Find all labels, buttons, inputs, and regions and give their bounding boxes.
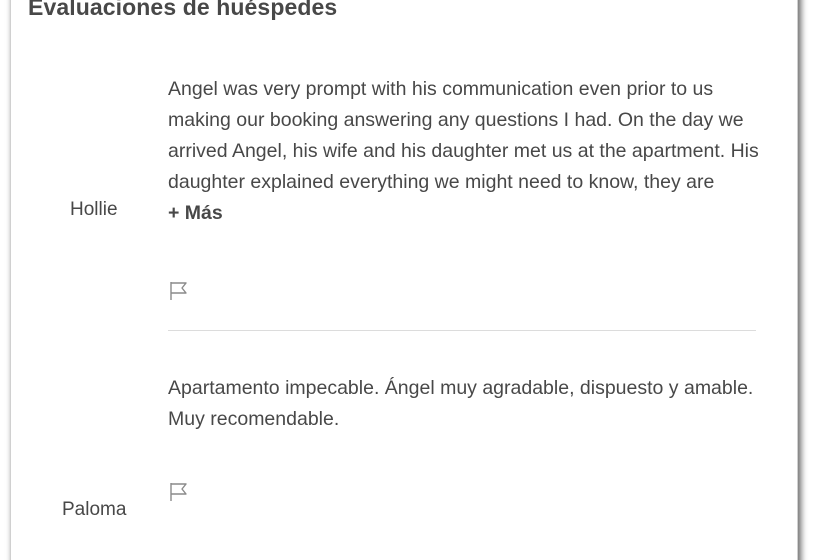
flag-icon[interactable] [168, 481, 190, 503]
reviewer-name: Hollie [70, 199, 118, 220]
review-divider [168, 330, 756, 331]
review-text: Apartamento impecable. Ángel muy agradab… [168, 373, 768, 435]
review-body: Apartamento impecable. Ángel muy agradab… [168, 377, 754, 430]
review-body: Angel was very prompt with his communica… [168, 78, 759, 193]
flag-icon[interactable] [168, 280, 190, 302]
reviewer-name: Paloma [62, 499, 127, 520]
review-text: Angel was very prompt with his communica… [168, 74, 768, 229]
section-title: Evaluaciones de huéspedes [28, 0, 338, 20]
read-more-link[interactable]: + Más [168, 198, 768, 229]
